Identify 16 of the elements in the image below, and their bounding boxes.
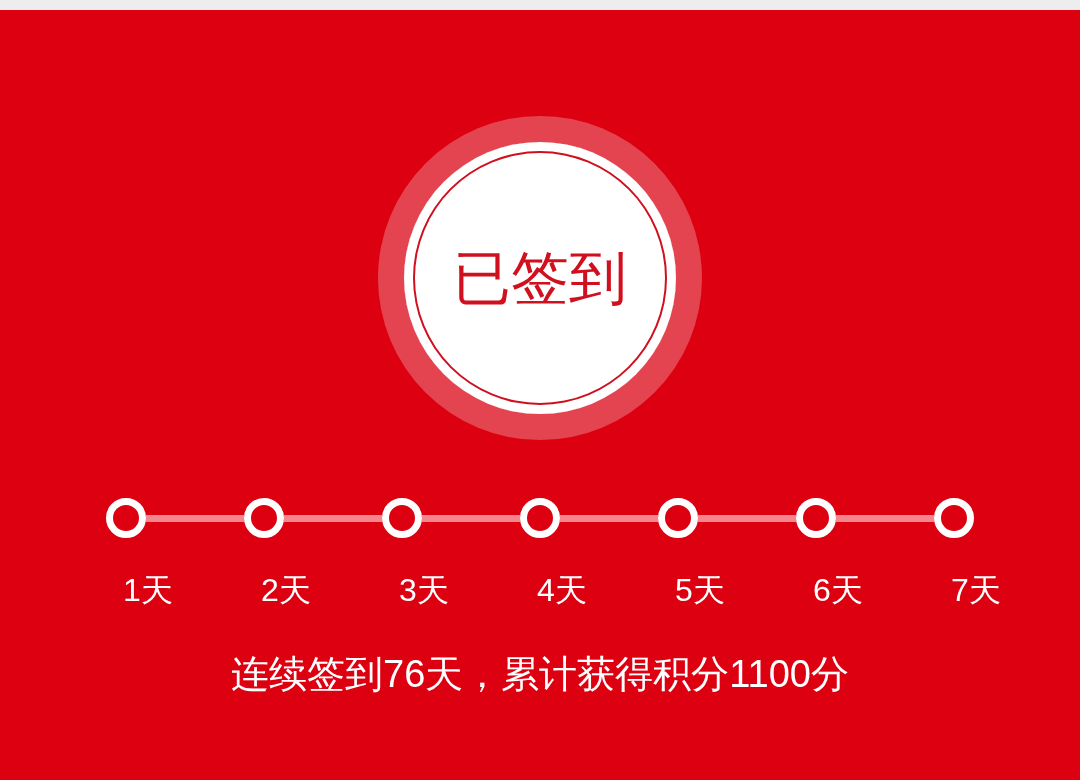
ring-icon (520, 498, 560, 538)
ring-icon (106, 498, 146, 538)
ring-icon (658, 498, 698, 538)
day-label: 2天 (261, 571, 311, 609)
day-label: 3天 (399, 571, 449, 609)
day-label: 1天 (123, 571, 173, 609)
ring-icon (382, 498, 422, 538)
ring-icon (796, 498, 836, 538)
ring-icon (934, 498, 974, 538)
summary-text: 连续签到76天，累计获得积分1100分 (231, 653, 849, 695)
ring-icon (244, 498, 284, 538)
day-label: 7天 (951, 571, 1001, 609)
day-label: 4天 (537, 571, 587, 609)
day-label: 5天 (675, 571, 725, 609)
check-in-button[interactable]: 已签到 (404, 142, 676, 414)
day-label: 6天 (813, 571, 863, 609)
